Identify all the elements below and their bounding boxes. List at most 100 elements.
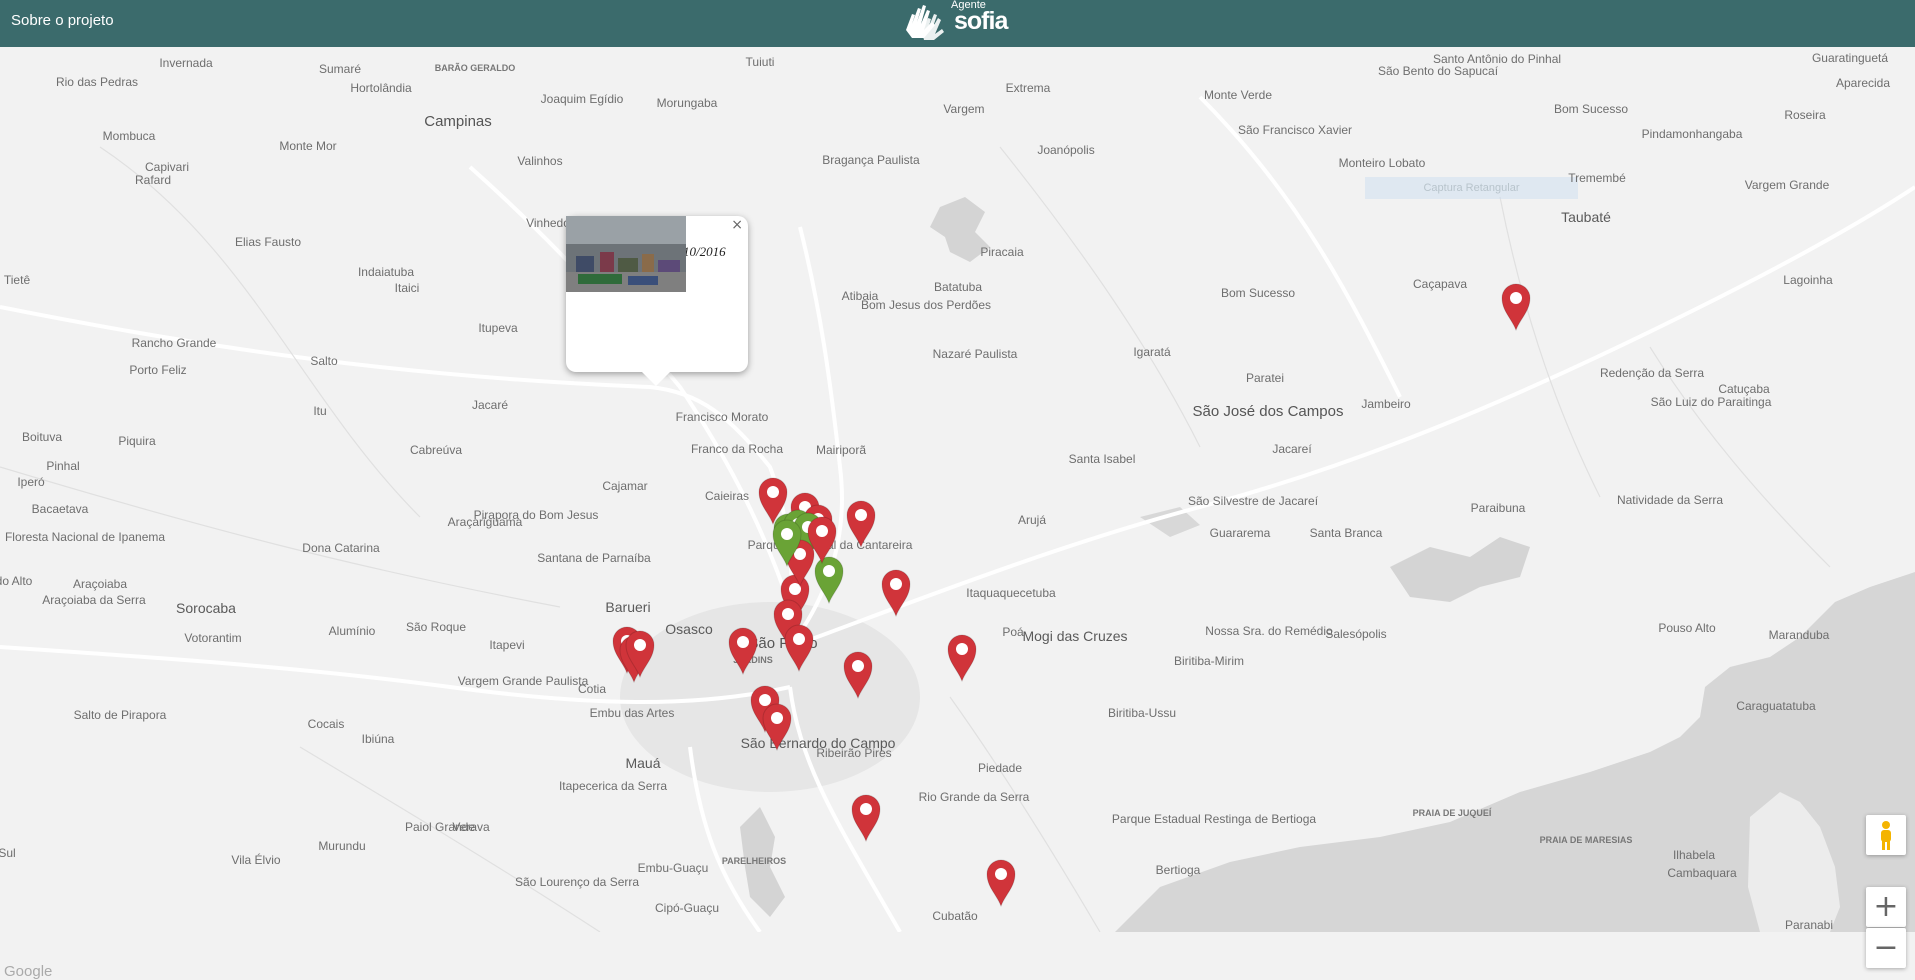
place-label: Parque Estadual Restinga de Bertioga [1111,812,1317,826]
street-view-pegman-button[interactable] [1866,815,1906,855]
pin-center [852,660,864,672]
place-label: Santa Branca [1309,526,1383,540]
pin-center [860,803,872,815]
notification-marker[interactable] [947,634,977,682]
place-label: Tietê [3,273,31,287]
place-label: Vargem Grande Paulista [457,674,589,688]
hands-icon [906,5,944,40]
minus-icon: − [1873,930,1899,965]
place-label: Pindamonhangaba [1641,127,1743,141]
place-label: Mauá [625,755,661,771]
place-label: Alumínio [328,624,376,638]
place-label: Valinhos [517,154,563,168]
agente-sofia-logo[interactable]: Agente sofia [902,0,1012,44]
zoom-in-button[interactable]: + [1866,887,1906,927]
pin-center [737,636,749,648]
pin-center [890,578,902,590]
plus-icon: + [1873,889,1899,924]
pin-shape [1501,283,1531,331]
place-label: São Lourenço da Serra [514,875,640,889]
notification-marker[interactable] [843,651,873,699]
place-label: PRAIA DE MARESIAS [1539,835,1633,845]
place-label: Tuiuti [745,55,775,69]
place-label: São Roque [405,620,467,634]
place-label: Vargem [943,102,985,116]
notification-marker[interactable] [762,703,792,751]
place-label: Jacareí [1272,442,1312,456]
pin-shape [986,859,1016,907]
place-label: Cotia [577,682,607,696]
notification-marker[interactable] [851,794,881,842]
rectangle-capture-label: Captura Retangular [1365,177,1578,199]
place-label: Mombuca [102,129,156,143]
pin-center [855,509,867,521]
place-label: Bom Sucesso [1220,286,1296,300]
place-label: Catuçaba [1718,382,1770,396]
notification-marker[interactable] [846,500,876,548]
place-label: BARÃO GERALDO [434,63,516,73]
place-label: Igaratá [1133,345,1171,359]
place-label: Salesópolis [1325,627,1387,641]
place-label: Mogi das Cruzes [1022,628,1128,644]
place-label: Boituva [21,430,63,444]
place-label: Itapevi [489,638,525,652]
place-label: Indaiatuba [357,265,415,279]
place-label: Caraguatatuba [1736,699,1816,713]
place-label: Sumaré [318,62,362,76]
place-label: Sorocaba [176,600,236,616]
place-label: Franco da Rocha [690,442,784,456]
place-label: Piracaia [980,245,1024,259]
place-label: Bom Sucesso [1553,102,1629,116]
place-label: Cabreúva [409,443,463,457]
place-label: Ibiúna [361,732,395,746]
map-canvas[interactable]: Captura Retangular Invernada Sumaré BARÃO … [0,47,1915,980]
notification-popup: × Notificado dia 15/10/2016 [566,216,748,386]
place-label: Rancho Grande [131,336,217,350]
place-label: Paraibuna [1470,501,1526,515]
place-label: Biritiba-Mirim [1174,654,1244,668]
place-label: Araçoiaba da Serra [42,593,146,607]
place-label: PRAIA DE JUQUEÍ [1412,808,1492,818]
notification-marker[interactable] [1501,283,1531,331]
place-label: Santa Isabel [1068,452,1136,466]
place-label: Ilhabela [1672,848,1716,862]
about-project-link[interactable]: Sobre o projeto [11,12,114,29]
place-label: Itupeva [478,321,518,335]
place-label: Caieiras [704,489,750,503]
notification-marker[interactable] [784,624,814,672]
place-label: Redenção da Serra [1599,366,1705,380]
pin-center [823,565,835,577]
place-label: Barueri [605,599,651,615]
place-label: Salto de Pirapora [73,708,167,722]
reservoir-paraibuna [1390,537,1530,602]
place-label: Joanópolis [1037,143,1095,157]
notification-photo[interactable] [566,216,686,292]
place-label: Rafard [134,173,172,187]
close-popup-button[interactable]: × [731,217,743,233]
place-label: Ribeirão Pires [816,746,892,760]
place-label: Joaquim Egídio [540,92,624,106]
top-bar: Sobre o projeto Agente sofia [0,0,1915,47]
notification-marker[interactable] [728,627,758,675]
pin-shape [851,794,881,842]
place-label: Natividade da Serra [1616,493,1724,507]
place-label: Guaratinguetá [1811,51,1889,65]
notification-marker[interactable] [881,569,911,617]
resolved-notification-marker[interactable] [772,519,802,567]
place-label: São Bento do Sapucaí [1377,64,1499,78]
place-label: Embu-Guaçu [637,861,709,875]
place-label: Verava [452,820,490,834]
place-label: Monte Verde [1203,88,1273,102]
pin-center [1510,292,1522,304]
place-label: Itaici [394,281,420,295]
place-label: Aparecida [1835,76,1891,90]
place-label: Maranduba [1768,628,1830,642]
place-label: Pouso Alto [1658,621,1716,635]
place-label: Bertioga [1155,863,1201,877]
notification-marker[interactable] [625,630,655,678]
place-label: Murundu [318,839,366,853]
zoom-out-button[interactable]: − [1866,928,1906,968]
place-label: Invernada [159,56,213,70]
notification-marker[interactable] [986,859,1016,907]
logo-sofia-text: sofia [954,7,1008,35]
